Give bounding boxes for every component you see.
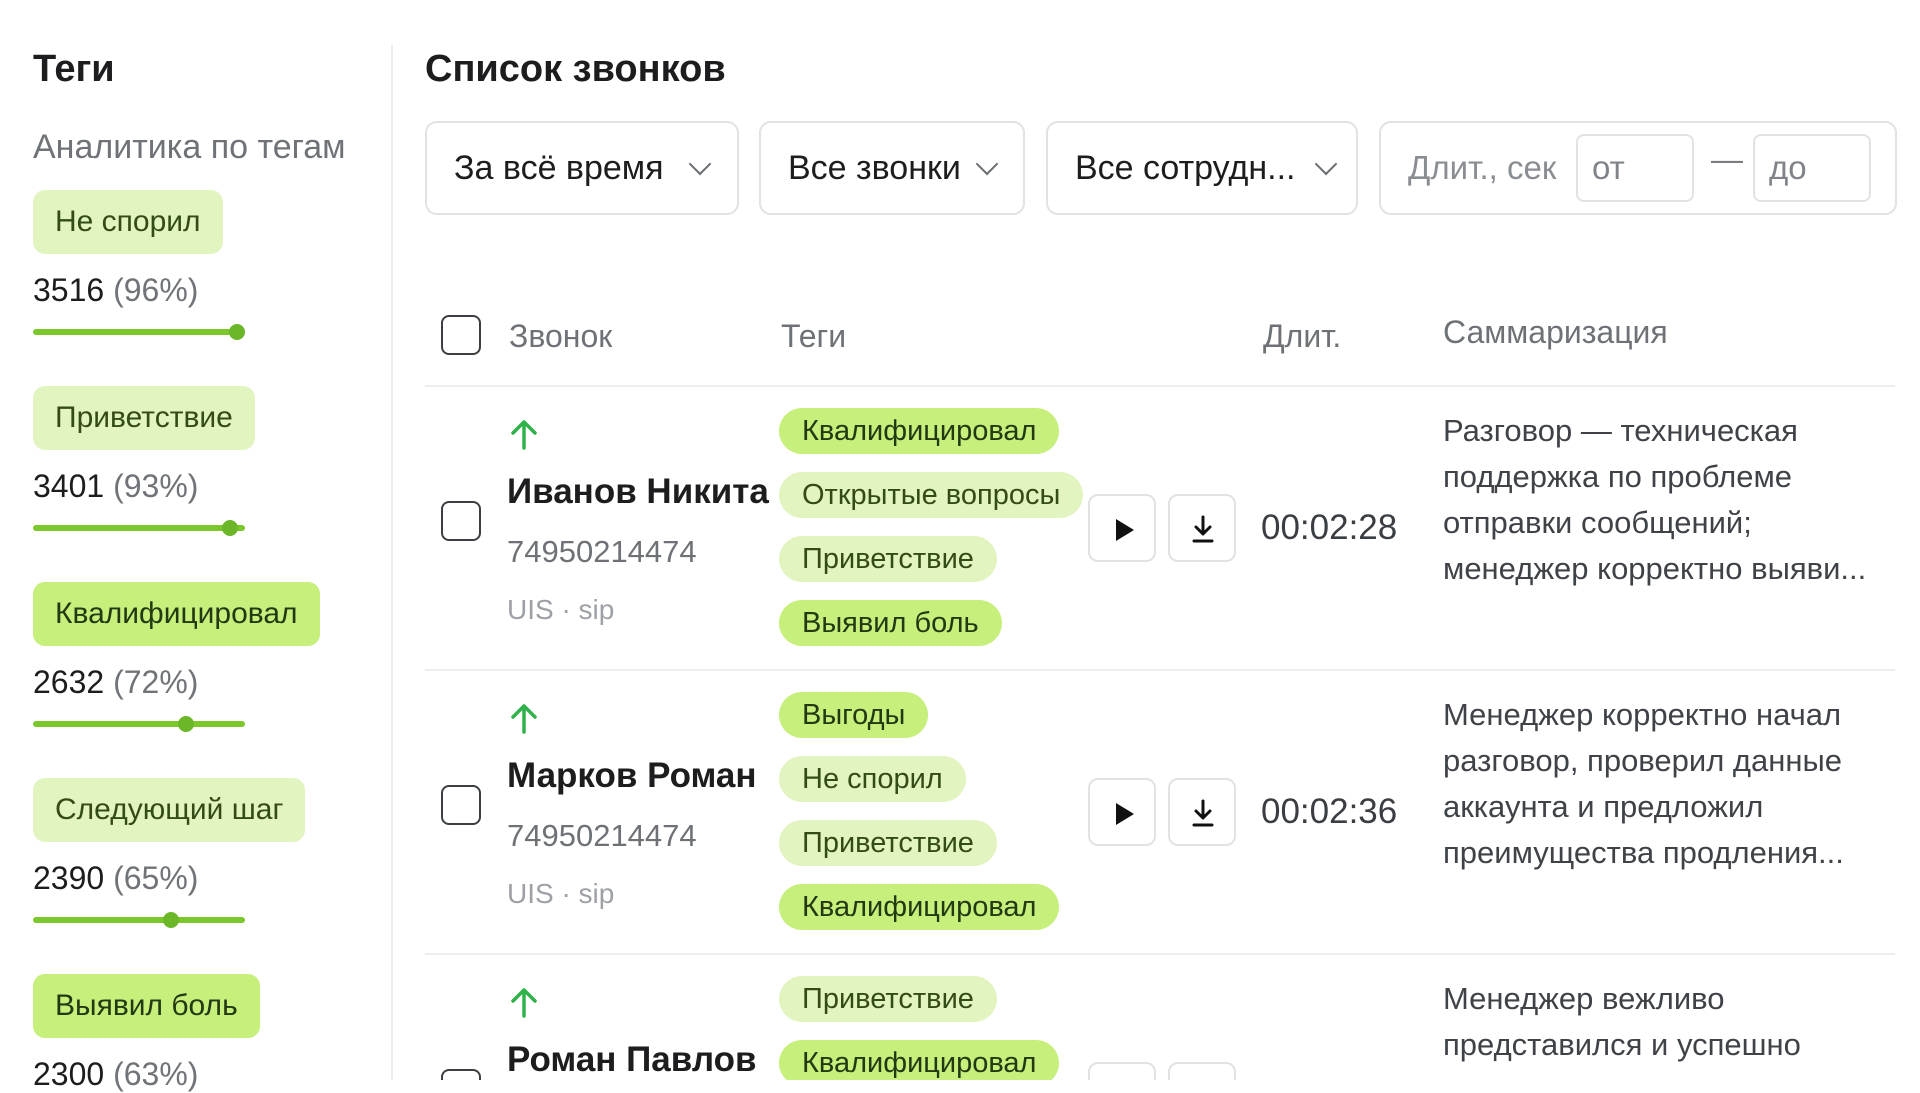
employees-select-value: Все сотрудн... — [1075, 148, 1296, 187]
calls-select[interactable]: Все звонки — [759, 121, 1025, 215]
summary-line: отправки сообщений; — [1443, 505, 1752, 540]
download-button[interactable] — [1168, 778, 1236, 846]
outgoing-call-icon — [511, 704, 537, 734]
table-row[interactable]: Марков Роман 74950214474 UIS · sip Выгод… — [0, 670, 1920, 955]
call-tag[interactable]: Не спорил — [779, 756, 966, 802]
column-header-duration: Длит. — [1263, 318, 1342, 354]
download-button[interactable] — [1168, 494, 1236, 562]
call-tag[interactable]: Квалифицировал — [779, 1040, 1060, 1080]
row-checkbox[interactable] — [441, 785, 481, 825]
summary-line: Разговор — техническая — [1443, 413, 1798, 448]
call-summary: Разговор — техническая поддержка по проб… — [1443, 408, 1883, 592]
chevron-down-icon — [688, 152, 711, 176]
summary-line: поддержка по проблеме — [1443, 459, 1792, 494]
tag-count: 3516 (96%) — [33, 272, 199, 308]
download-icon — [1192, 515, 1214, 543]
call-summary: Менеджер вежливо представился и успешно — [1443, 976, 1883, 1068]
outgoing-call-icon — [511, 988, 537, 1018]
play-button[interactable] — [1088, 494, 1156, 562]
call-tag[interactable]: Выявил боль — [779, 600, 1002, 646]
calls-select-value: Все звонки — [788, 148, 961, 187]
play-button[interactable] — [1088, 778, 1156, 846]
tag-share-knob — [228, 324, 245, 340]
duration-from-input[interactable]: от — [1576, 134, 1694, 202]
caller-name[interactable]: Иванов Никита — [507, 472, 769, 512]
call-summary: Менеджер корректно начал разговор, прове… — [1443, 692, 1883, 876]
column-header-summary: Саммаризация — [1443, 314, 1668, 350]
call-tag[interactable]: Выгоды — [779, 692, 929, 738]
table-row[interactable]: Роман Павлов Приветствие Квалифицировал … — [0, 954, 1920, 1080]
call-tag[interactable]: Квалифицировал — [779, 884, 1060, 930]
column-header-tags: Теги — [781, 318, 847, 354]
period-select-value: За всё время — [454, 148, 664, 187]
period-select[interactable]: За всё время — [425, 121, 739, 215]
caller-phone: 74950214474 — [507, 818, 697, 853]
summary-line: преимущества продления... — [1443, 835, 1844, 870]
outgoing-call-icon — [511, 420, 537, 450]
tag-filter-button[interactable]: Не спорил — [33, 190, 223, 254]
call-tag[interactable]: Приветствие — [779, 536, 997, 582]
chevron-down-icon — [975, 152, 999, 176]
call-tag[interactable]: Открытые вопросы — [779, 472, 1084, 518]
range-dash: — — [1711, 141, 1743, 177]
duration-filter-label: Длит., сек — [1408, 149, 1557, 186]
summary-line: Менеджер корректно начал — [1443, 697, 1842, 732]
employees-select[interactable]: Все сотрудн... — [1046, 121, 1358, 215]
tag-stat-0: Не спорил 3516 (96%) — [33, 190, 245, 340]
column-header-call: Звонок — [509, 318, 613, 354]
row-checkbox[interactable] — [441, 1069, 481, 1080]
summary-line: Менеджер вежливо — [1443, 981, 1725, 1016]
summary-line: аккаунта и предложил — [1443, 789, 1764, 824]
summary-line: разговор, проверил данные — [1443, 743, 1843, 778]
call-source: UIS · sip — [507, 594, 615, 625]
table-row[interactable]: Иванов Никита 74950214474 UIS · sip Квал… — [0, 386, 1920, 671]
page-title: Список звонков — [425, 48, 726, 90]
call-source: UIS · sip — [507, 878, 615, 909]
play-button[interactable] — [1088, 1062, 1156, 1080]
call-tag[interactable]: Приветствие — [779, 820, 997, 866]
download-button[interactable] — [1168, 1062, 1236, 1080]
tag-share-bar — [33, 324, 245, 340]
caller-name[interactable]: Роман Павлов — [507, 1040, 757, 1080]
summary-line: представился и успешно — [1443, 1027, 1801, 1062]
select-all-checkbox[interactable] — [441, 315, 481, 355]
call-duration: 00:02:28 — [1261, 508, 1398, 547]
duration-to-input[interactable]: до — [1753, 134, 1871, 202]
call-tag[interactable]: Квалифицировал — [779, 408, 1060, 454]
call-tag[interactable]: Приветствие — [779, 976, 997, 1022]
sidebar-subtitle: Аналитика по тегам — [33, 128, 346, 166]
row-checkbox[interactable] — [441, 501, 481, 541]
download-icon — [1192, 799, 1214, 827]
duration-filter: Длит., сек от — до — [1379, 121, 1897, 215]
summary-line: менеджер корректно выяви... — [1443, 551, 1867, 586]
caller-name[interactable]: Марков Роман — [507, 756, 757, 796]
chevron-down-icon — [1314, 152, 1337, 176]
sidebar-title: Теги — [33, 48, 115, 90]
play-icon — [1116, 803, 1134, 825]
call-duration: 00:02:36 — [1261, 792, 1398, 831]
play-icon — [1116, 519, 1134, 541]
caller-phone: 74950214474 — [507, 534, 697, 569]
